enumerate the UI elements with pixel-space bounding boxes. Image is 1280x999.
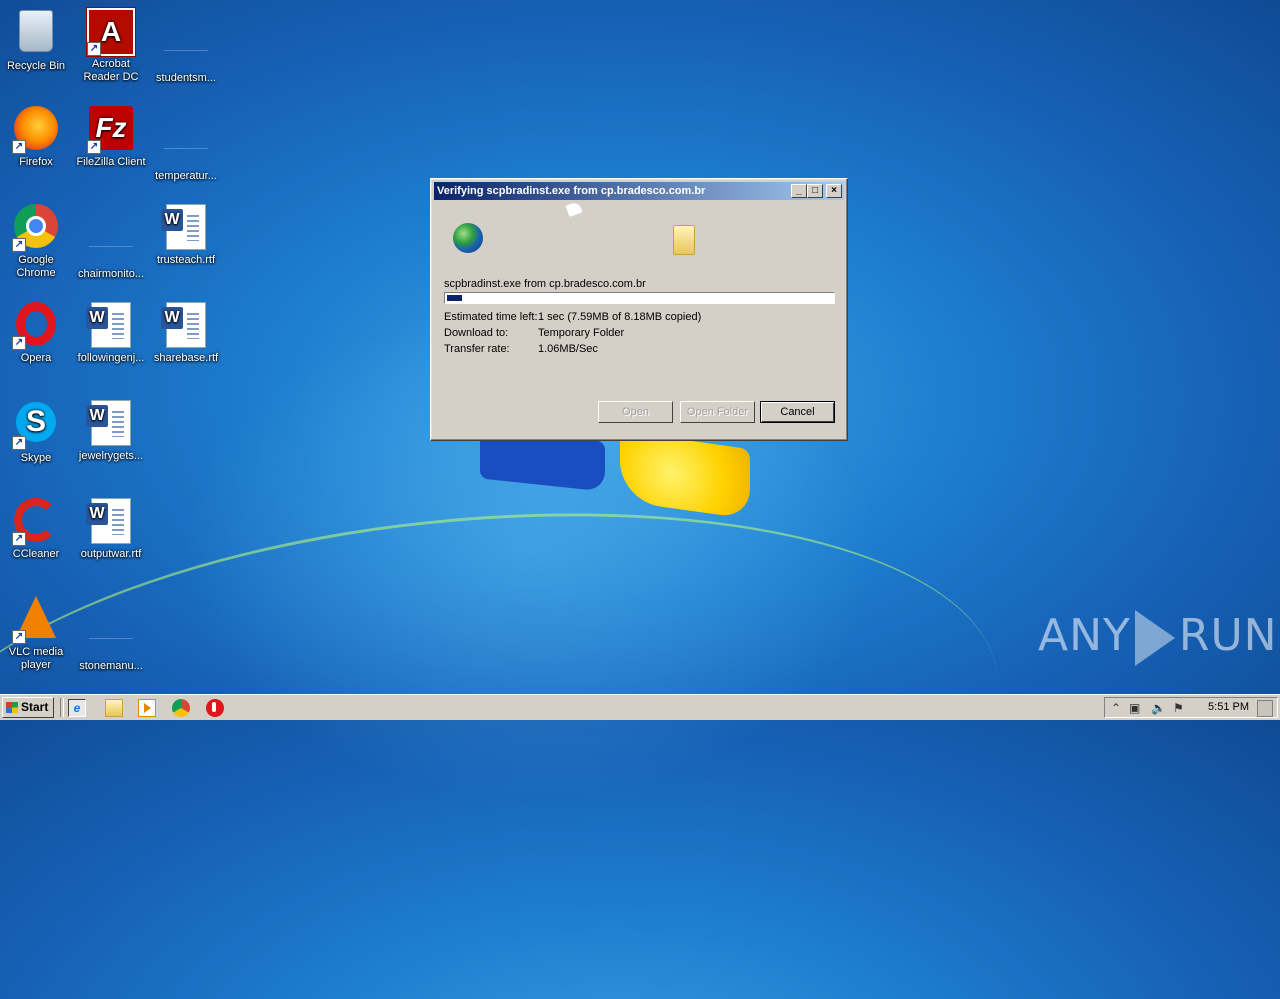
download-progress-bar [444,292,835,304]
desktop-icon-firefox[interactable]: ↗ Firefox [0,104,74,169]
desktop-icon-sharebase[interactable]: sharebase.rtf [148,300,224,365]
desktop-icon-chrome[interactable]: ↗ Google Chrome [0,202,74,280]
desktop-icon-chairmonito[interactable]: chairmonito... [73,202,149,281]
recycle-bin-icon [12,10,60,58]
anyrun-watermark: ANY RUN [1038,610,1278,666]
action-center-flag-icon[interactable]: ⚑ [1173,701,1184,715]
maximize-button[interactable]: □ [807,184,823,198]
shortcut-arrow-icon: ↗ [12,238,26,252]
shortcut-arrow-icon: ↗ [12,336,26,350]
desktop-icon-acrobat[interactable]: A ↗ Acrobat Reader DC [73,6,149,84]
desktop-icon-vlc[interactable]: ↗ VLC media player [0,594,74,672]
desktop-icon-recycle-bin[interactable]: Recycle Bin [0,6,74,73]
desktop-icon-temperatur[interactable]: temperatur... [148,104,224,183]
word-document-icon [86,302,135,350]
play-icon [1134,610,1175,666]
open-button[interactable]: Open [598,401,673,423]
firefox-icon: ↗ [12,106,60,154]
desktop-icon-outputwar[interactable]: outputwar.rtf [73,496,149,561]
desktop-icon-stonemanu[interactable]: stonemanu... [73,594,149,673]
chrome-icon: ↗ [12,204,60,252]
download-dialog: Verifying scpbradinst.exe from cp.brades… [430,178,848,441]
internet-explorer-icon[interactable]: e [68,699,86,717]
word-document-icon [86,400,135,448]
network-icon[interactable]: ▣ [1129,701,1140,715]
minimize-button[interactable]: _ [791,184,807,198]
file-icon [87,218,135,266]
word-document-icon [161,204,210,252]
shortcut-arrow-icon: ↗ [87,140,101,154]
close-button[interactable]: × [826,184,842,198]
opera-icon: ↗ [12,302,60,350]
progress-fill [447,295,462,301]
shortcut-arrow-icon: ↗ [87,42,101,56]
filezilla-icon: Fz ↗ [87,106,135,154]
desktop-icon-trusteach[interactable]: trusteach.rtf [148,202,224,267]
word-document-icon [86,498,135,546]
show-desktop-button[interactable] [1257,700,1273,717]
flying-paper-icon [565,200,583,218]
desktop-icon-opera[interactable]: ↗ Opera [0,300,74,365]
desktop-icon-followingenj[interactable]: followingenj... [73,300,149,365]
desktop-icon-jewelrygets[interactable]: jewelrygets... [73,398,149,463]
vlc-icon: ↗ [12,596,60,644]
cancel-button[interactable]: Cancel [760,401,835,423]
file-icon [87,610,135,658]
download-file-label: scpbradinst.exe from cp.bradesco.com.br [444,278,646,290]
acrobat-icon: A ↗ [87,8,135,56]
opera-taskbar-icon[interactable] [206,699,224,717]
start-button[interactable]: Start [2,697,54,718]
desktop-icon-skype[interactable]: S ↗ Skype [0,398,74,465]
taskbar-separator [60,698,64,717]
volume-icon[interactable]: 🔈 [1151,701,1166,715]
system-tray: ⌃ ▣ 🔈 ⚑ 5:51 PM [1104,697,1278,718]
desktop-icon-ccleaner[interactable]: ↗ CCleaner [0,496,74,561]
taskbar: Start e ⌃ ▣ 🔈 ⚑ 5:51 PM [0,694,1280,720]
desktop-icon-studentsm[interactable]: studentsm... [148,6,224,85]
shortcut-arrow-icon: ↗ [12,630,26,644]
folder-icon [673,225,695,255]
shortcut-arrow-icon: ↗ [12,140,26,154]
chrome-taskbar-icon[interactable] [172,699,190,717]
explorer-folder-icon[interactable] [105,699,123,717]
file-icon [162,120,210,168]
desktop-icon-filezilla[interactable]: Fz ↗ FileZilla Client [73,104,149,169]
open-folder-button[interactable]: Open Folder [680,401,755,423]
file-icon [162,22,210,70]
media-player-icon[interactable] [138,699,156,717]
word-document-icon [161,302,210,350]
globe-icon [453,223,483,253]
tray-expand-icon[interactable]: ⌃ [1111,701,1121,715]
skype-icon: S ↗ [12,402,60,450]
shortcut-arrow-icon: ↗ [12,532,26,546]
shortcut-arrow-icon: ↗ [12,436,26,450]
dialog-title: Verifying scpbradinst.exe from cp.brades… [437,185,706,197]
dialog-titlebar[interactable]: Verifying scpbradinst.exe from cp.brades… [434,182,844,200]
clock[interactable]: 5:51 PM [1208,701,1249,713]
ccleaner-icon: ↗ [12,498,60,546]
